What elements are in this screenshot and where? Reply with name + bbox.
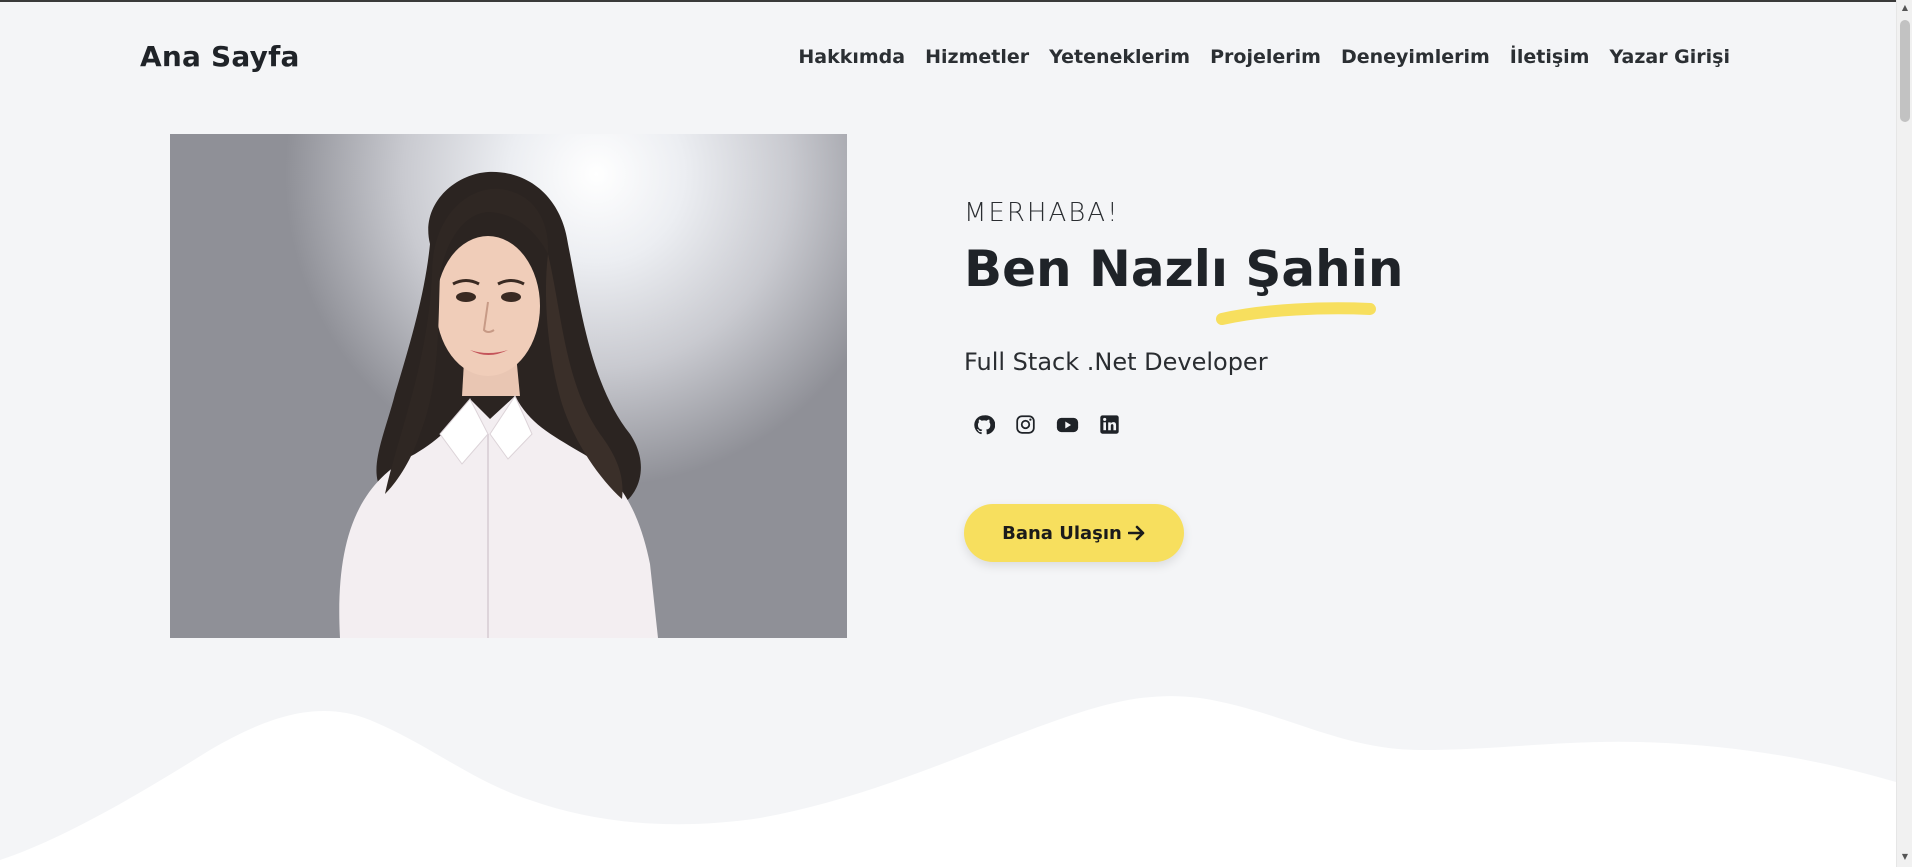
page-scrollbar[interactable] (1896, 0, 1912, 867)
nav-item-about[interactable]: Hakkımda (798, 46, 905, 68)
brand-home-link[interactable]: Ana Sayfa (140, 40, 300, 73)
main-nav: Hakkımda Hizmetler Yeteneklerim Projeler… (798, 46, 1730, 68)
role-text: Full Stack .Net Developer (964, 348, 1268, 376)
contact-me-label: Bana Ulaşın (1002, 522, 1122, 544)
instagram-icon[interactable] (1014, 413, 1037, 436)
hero-headline: Ben Nazlı Şahin (964, 240, 1404, 298)
highlight-underline (1216, 302, 1376, 325)
nav-item-projects[interactable]: Projelerim (1210, 46, 1321, 68)
decorative-wave (0, 696, 1896, 867)
github-icon[interactable] (972, 413, 995, 436)
nav-item-author-login[interactable]: Yazar Girişi (1609, 46, 1730, 68)
profile-photo (170, 134, 847, 638)
linkedin-icon[interactable] (1098, 413, 1121, 436)
nav-item-contact[interactable]: İletişim (1510, 46, 1590, 68)
youtube-icon[interactable] (1056, 413, 1079, 436)
nav-item-experience[interactable]: Deneyimlerim (1341, 46, 1490, 68)
social-links (972, 413, 1121, 436)
greeting-text: MERHABA! (964, 198, 1120, 228)
browser-top-border (0, 0, 1912, 2)
nav-item-skills[interactable]: Yeteneklerim (1049, 46, 1190, 68)
portrait-illustration (339, 171, 658, 638)
contact-me-button[interactable]: Bana Ulaşın (964, 504, 1184, 562)
scroll-down-arrow-icon[interactable]: ▼ (1899, 852, 1911, 862)
scrollbar-thumb[interactable] (1900, 20, 1910, 122)
arrow-right-icon (1127, 525, 1145, 541)
nav-item-services[interactable]: Hizmetler (925, 46, 1029, 68)
scroll-up-arrow-icon[interactable]: ▲ (1899, 3, 1911, 13)
